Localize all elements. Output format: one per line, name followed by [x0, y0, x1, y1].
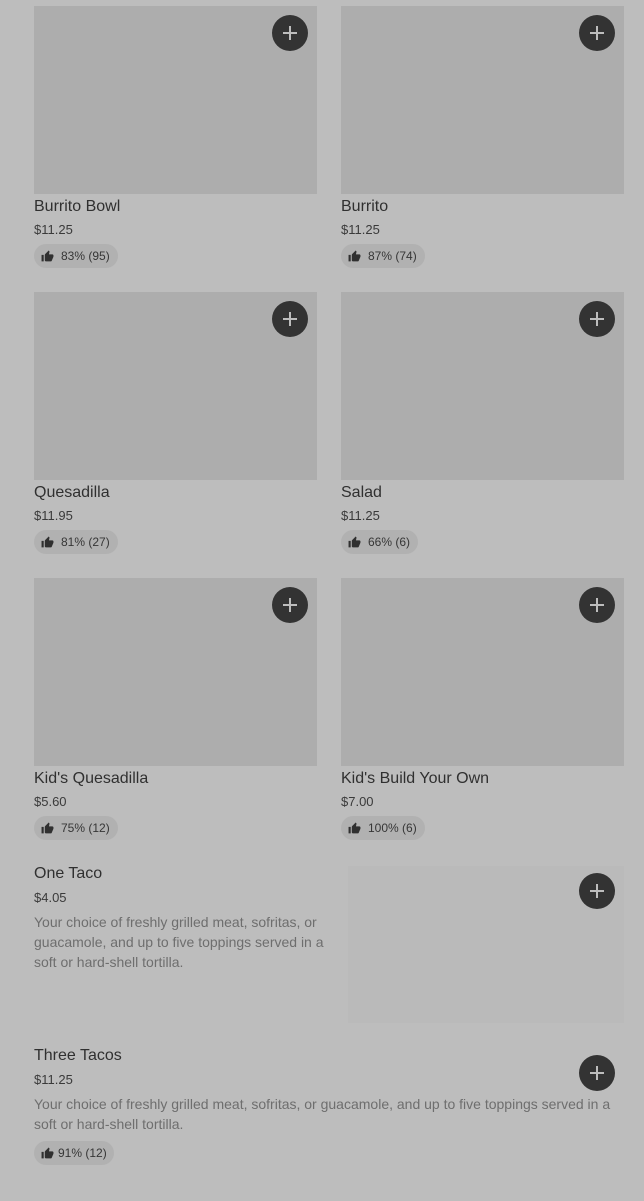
rating-text: 87% (74) — [368, 249, 417, 263]
rating-text: 91% (12) — [58, 1146, 107, 1160]
menu-grid: Burrito Bowl $11.25 83% (95) Burrito $11… — [34, 6, 624, 840]
rating-text: 81% (27) — [61, 535, 110, 549]
plus-icon — [590, 884, 604, 898]
thumbs-up-icon — [41, 1147, 54, 1158]
add-to-cart-button[interactable] — [272, 587, 308, 623]
menu-item-price: $11.25 — [341, 508, 380, 523]
add-to-cart-button[interactable] — [579, 873, 615, 909]
menu-item-name: Burrito — [341, 198, 389, 215]
menu-item-name: Salad — [341, 484, 382, 501]
thumbs-up-icon — [348, 822, 361, 833]
menu-item-image[interactable] — [34, 6, 317, 194]
plus-icon — [590, 1066, 604, 1080]
plus-icon — [283, 312, 297, 326]
menu-item-image[interactable] — [341, 292, 624, 480]
thumbs-up-icon — [41, 536, 54, 547]
menu-item-card[interactable]: Burrito $11.25 87% (74) — [341, 6, 624, 268]
rating-badge: 81% (27) — [34, 530, 118, 554]
menu-item-card[interactable]: Salad $11.25 66% (6) — [341, 292, 624, 554]
menu-item-description: Your choice of freshly grilled meat, sof… — [34, 1096, 611, 1132]
menu-item-name: Quesadilla — [34, 484, 110, 501]
menu-item-image[interactable] — [34, 292, 317, 480]
menu-item-price: $11.95 — [34, 508, 73, 523]
menu-item-description: Your choice of freshly grilled meat, sof… — [34, 914, 324, 970]
add-to-cart-button[interactable] — [272, 301, 308, 337]
menu-item-price: $4.05 — [34, 890, 67, 905]
add-to-cart-button[interactable] — [579, 1055, 615, 1091]
menu-item-price: $11.25 — [34, 1072, 73, 1087]
thumbs-up-icon — [348, 250, 361, 261]
plus-icon — [283, 598, 297, 612]
rating-badge: 66% (6) — [341, 530, 419, 554]
menu-item-name: One Taco — [34, 865, 103, 882]
menu-item-image[interactable] — [34, 578, 317, 766]
menu-item-name: Burrito Bowl — [34, 198, 121, 215]
menu-item-name: Three Tacos — [34, 1047, 122, 1064]
menu-item-name: Kid's Build Your Own — [341, 770, 490, 787]
menu-item-image[interactable] — [348, 866, 624, 1023]
rating-badge: 87% (74) — [341, 244, 425, 268]
rating-text: 75% (12) — [61, 821, 110, 835]
menu-item-price: $11.25 — [341, 222, 380, 237]
plus-icon — [590, 26, 604, 40]
add-to-cart-button[interactable] — [579, 587, 615, 623]
plus-icon — [590, 598, 604, 612]
menu-item-price: $11.25 — [34, 222, 73, 237]
add-to-cart-button[interactable] — [579, 15, 615, 51]
menu-item-row[interactable]: One Taco $4.05 Your choice of freshly gr… — [34, 862, 624, 1027]
menu-item-card[interactable]: Quesadilla $11.95 81% (27) — [34, 292, 317, 554]
rating-text: 83% (95) — [61, 249, 110, 263]
plus-icon — [590, 312, 604, 326]
rating-badge: 100% (6) — [341, 816, 425, 840]
menu-item-card[interactable]: Kid's Build Your Own $7.00 100% (6) — [341, 578, 624, 840]
rating-text: 100% (6) — [368, 821, 417, 835]
add-to-cart-button[interactable] — [579, 301, 615, 337]
thumbs-up-icon — [348, 536, 361, 547]
menu-item-row[interactable]: Three Tacos $11.25 Your choice of freshl… — [34, 1044, 624, 1174]
rating-badge: 91% (12) — [34, 1141, 114, 1165]
menu-item-price: $7.00 — [341, 794, 374, 809]
menu-item-image[interactable] — [341, 6, 624, 194]
add-to-cart-button[interactable] — [272, 15, 308, 51]
plus-icon — [283, 26, 297, 40]
thumbs-up-icon — [41, 250, 54, 261]
rating-text: 66% (6) — [368, 535, 411, 549]
menu-item-price: $5.60 — [34, 794, 67, 809]
menu-item-name: Kid's Quesadilla — [34, 770, 149, 787]
rating-badge: 75% (12) — [34, 816, 118, 840]
menu-item-image[interactable] — [341, 578, 624, 766]
menu-item-card[interactable]: Burrito Bowl $11.25 83% (95) — [34, 6, 317, 268]
thumbs-up-icon — [41, 822, 54, 833]
rating-badge: 83% (95) — [34, 244, 118, 268]
menu-item-card[interactable]: Kid's Quesadilla $5.60 75% (12) — [34, 578, 317, 840]
